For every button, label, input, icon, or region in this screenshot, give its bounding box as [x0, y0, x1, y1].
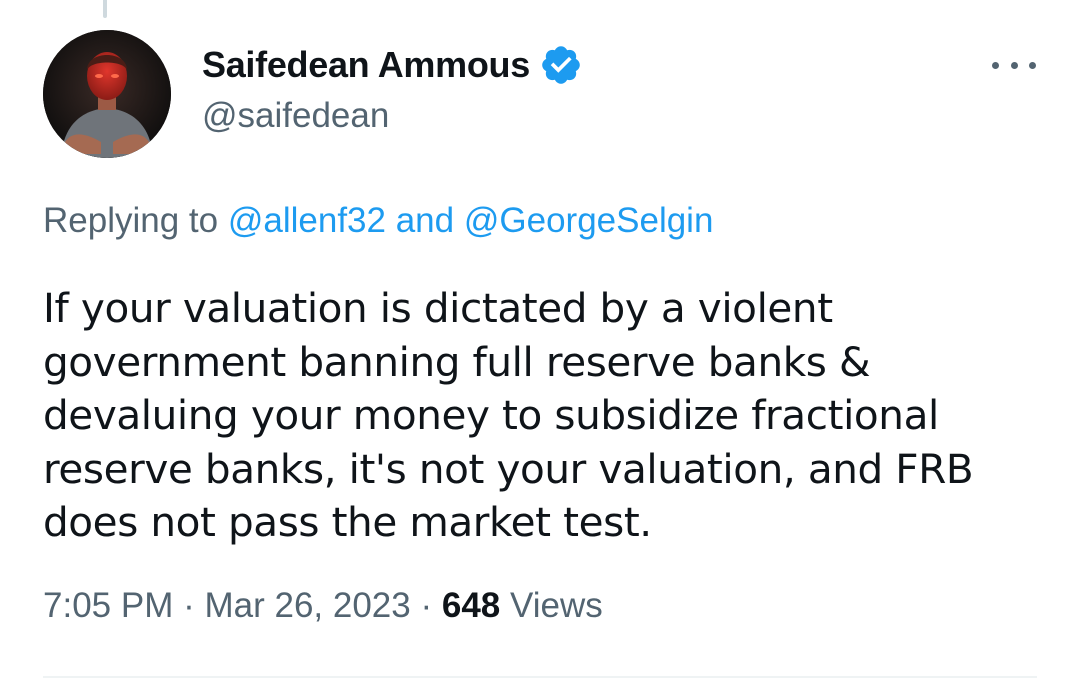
mention-conjunction[interactable]: and	[396, 201, 454, 240]
ellipsis-icon	[992, 61, 999, 69]
more-options-button[interactable]	[992, 50, 1036, 80]
meta-separator: ·	[183, 586, 195, 625]
tweet-text-line: reserve banks, it's not your valuation, …	[43, 444, 974, 493]
tweet-time[interactable]: 7:05 PM	[43, 586, 173, 625]
avatar-photo	[43, 30, 171, 158]
author-handle[interactable]: @saifedean	[202, 96, 389, 136]
divider	[43, 676, 1037, 678]
thread-connector-line	[103, 0, 107, 18]
verified-badge-icon	[539, 43, 583, 87]
mention-link-allenf32[interactable]: @allenf32	[228, 201, 386, 240]
avatar[interactable]	[43, 30, 171, 158]
author-name[interactable]: Saifedean Ammous	[202, 44, 530, 86]
views-label: Views	[510, 586, 603, 625]
tweet-text-line: government banning full reserve banks &	[43, 337, 871, 386]
meta-separator: ·	[420, 586, 433, 625]
tweet-text-line: If your valuation is dictated by a viole…	[43, 284, 833, 332]
reply-context-prefix: Replying to	[43, 201, 219, 240]
tweet-meta-row: 7:05 PM · Mar 26, 2023 · 648 Views	[43, 586, 603, 626]
tweet-text-line: devaluing your money to subsidize fracti…	[43, 391, 939, 439]
tweet-date[interactable]: Mar 26, 2023	[204, 586, 410, 625]
tweet-text-line: does not pass the market test.	[43, 498, 652, 546]
views-count[interactable]: 648	[442, 586, 500, 625]
mention-link-georgeselgin[interactable]: @GeorgeSelgin	[464, 201, 714, 240]
reply-context: Replying to @allenf32 and @GeorgeSelgin	[43, 201, 713, 241]
tweet-text: If your valuation is dictated by a viole…	[43, 282, 1033, 550]
author-name-row[interactable]: Saifedean Ammous	[202, 42, 583, 88]
